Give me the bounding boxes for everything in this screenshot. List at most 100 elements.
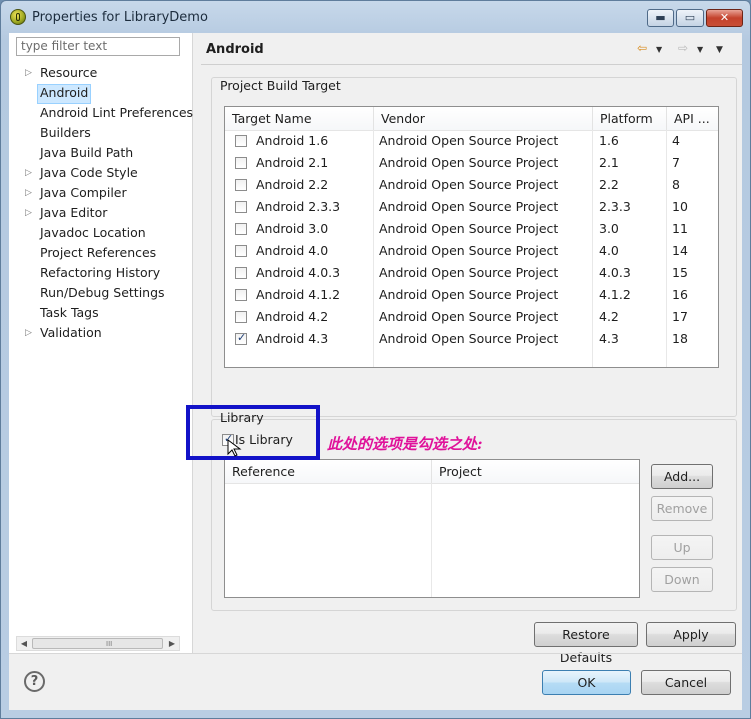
- header-separator: [201, 64, 742, 65]
- target-name-cell: Android 2.2: [256, 177, 329, 192]
- expand-arrow-icon[interactable]: ▷: [25, 168, 33, 178]
- tree-item[interactable]: Javadoc Location: [40, 224, 146, 242]
- table-row[interactable]: Android 3.0 Android Open Source Project 3.…: [225, 218, 718, 240]
- target-checkbox[interactable]: [235, 245, 247, 257]
- target-name-cell: Android 4.0.3: [256, 265, 341, 280]
- table-row[interactable]: Android 1.6 Android Open Source Project 1.…: [225, 130, 718, 152]
- table-row[interactable]: Android 4.2 Android Open Source Project 4.…: [225, 306, 718, 328]
- target-checkbox[interactable]: [235, 201, 247, 213]
- eclipse-app-icon: [10, 9, 26, 25]
- vendor-cell: Android Open Source Project: [379, 177, 559, 192]
- scroll-grip: III: [106, 640, 113, 648]
- tree-item[interactable]: Project References: [40, 244, 156, 262]
- target-name-cell: Android 4.1.2: [256, 287, 341, 302]
- tree-item[interactable]: Resource: [40, 64, 97, 82]
- expand-arrow-icon[interactable]: ▷: [25, 208, 33, 218]
- down-button[interactable]: Down: [651, 567, 713, 592]
- api-cell: 16: [672, 287, 688, 302]
- tree-horizontal-scrollbar[interactable]: ◀ III ▶: [16, 636, 180, 651]
- tree-item[interactable]: Task Tags: [40, 304, 99, 322]
- minimize-button[interactable]: ▬: [647, 9, 674, 27]
- tree-item[interactable]: Java Build Path: [40, 144, 133, 162]
- tree-item[interactable]: Validation: [40, 324, 102, 342]
- vendor-cell: Android Open Source Project: [379, 221, 559, 236]
- target-checkbox[interactable]: [235, 179, 247, 191]
- up-button[interactable]: Up: [651, 535, 713, 560]
- api-cell: 15: [672, 265, 688, 280]
- forward-dropdown-icon[interactable]: ▼: [697, 43, 703, 57]
- tree-item[interactable]: Run/Debug Settings: [40, 284, 165, 302]
- api-cell: 4: [672, 133, 680, 148]
- column-api[interactable]: API ...: [667, 107, 718, 130]
- tree-item[interactable]: Android: [37, 84, 92, 104]
- target-checkbox[interactable]: [235, 135, 247, 147]
- scroll-thumb[interactable]: III: [32, 638, 163, 649]
- scroll-right-arrow-icon[interactable]: ▶: [166, 638, 178, 649]
- library-reference-table[interactable]: Reference Project: [224, 459, 640, 598]
- tree-item[interactable]: Refactoring History: [40, 264, 160, 282]
- target-name-cell: Android 4.2: [256, 309, 329, 324]
- library-table-header: Reference Project: [225, 460, 639, 484]
- tree-item[interactable]: Java Compiler: [40, 184, 127, 202]
- platform-cell: 2.2: [599, 177, 619, 192]
- view-menu-icon[interactable]: ▼: [716, 43, 723, 57]
- column-project[interactable]: Project: [432, 460, 639, 483]
- platform-cell: 2.1: [599, 155, 619, 170]
- api-cell: 8: [672, 177, 680, 192]
- target-name-cell: Android 2.1: [256, 155, 329, 170]
- filter-input[interactable]: type filter text: [16, 37, 180, 56]
- table-row[interactable]: Android 4.0.3 Android Open Source Project…: [225, 262, 718, 284]
- target-checkbox[interactable]: [235, 289, 247, 301]
- vendor-cell: Android Open Source Project: [379, 309, 559, 324]
- column-vendor[interactable]: Vendor: [374, 107, 593, 130]
- tree-item[interactable]: Java Code Style: [40, 164, 138, 182]
- table-row[interactable]: Android 4.0 Android Open Source Project 4.…: [225, 240, 718, 262]
- back-dropdown-icon[interactable]: ▼: [656, 43, 662, 57]
- target-name-cell: Android 1.6: [256, 133, 329, 148]
- tree-item[interactable]: Java Editor: [40, 204, 107, 222]
- column-target-name[interactable]: Target Name: [225, 107, 374, 130]
- window-title: Properties for LibraryDemo: [32, 10, 208, 25]
- build-target-table[interactable]: Target Name Vendor Platform API ... Andr…: [224, 106, 719, 368]
- apply-button[interactable]: Apply: [646, 622, 736, 647]
- target-name-cell: Android 4.3: [256, 331, 329, 346]
- table-row[interactable]: Android 2.2 Android Open Source Project 2.…: [225, 174, 718, 196]
- ok-button[interactable]: OK: [542, 670, 631, 695]
- title-bar[interactable]: Properties for LibraryDemo ▬ ▭ ✕: [1, 1, 750, 33]
- expand-arrow-icon[interactable]: ▷: [25, 328, 33, 338]
- target-checkbox[interactable]: [235, 331, 247, 345]
- table-row[interactable]: Android 4.1.2 Android Open Source Project…: [225, 284, 718, 306]
- expand-arrow-icon[interactable]: ▷: [25, 68, 33, 78]
- tree-item[interactable]: Android Lint Preferences: [40, 104, 193, 122]
- target-checkbox[interactable]: [235, 267, 247, 279]
- target-name-cell: Android 2.3.3: [256, 199, 341, 214]
- target-checkbox[interactable]: [235, 311, 247, 323]
- api-cell: 10: [672, 199, 688, 214]
- close-button[interactable]: ✕: [706, 9, 743, 27]
- annotation-highlight-box: [186, 405, 320, 460]
- platform-cell: 3.0: [599, 221, 619, 236]
- restore-defaults-button[interactable]: Restore Defaults: [534, 622, 638, 665]
- table-row[interactable]: Android 2.3.3 Android Open Source Project…: [225, 196, 718, 218]
- target-checkbox[interactable]: [235, 157, 247, 169]
- expand-arrow-icon[interactable]: ▷: [25, 188, 33, 198]
- platform-cell: 4.1.2: [599, 287, 631, 302]
- target-checkbox[interactable]: [235, 223, 247, 235]
- api-cell: 17: [672, 309, 688, 324]
- maximize-button[interactable]: ▭: [676, 9, 704, 27]
- column-divider: [431, 483, 432, 597]
- column-reference[interactable]: Reference: [225, 460, 432, 483]
- scroll-left-arrow-icon[interactable]: ◀: [18, 638, 30, 649]
- forward-arrow-icon[interactable]: ⇨: [678, 41, 688, 55]
- platform-cell: 1.6: [599, 133, 619, 148]
- back-arrow-icon[interactable]: ⇦: [637, 41, 647, 55]
- remove-button[interactable]: Remove: [651, 496, 713, 521]
- vendor-cell: Android Open Source Project: [379, 331, 559, 346]
- column-platform[interactable]: Platform: [593, 107, 667, 130]
- table-row[interactable]: Android 4.3 Android Open Source Project 4.…: [225, 328, 718, 350]
- table-row[interactable]: Android 2.1 Android Open Source Project 2.…: [225, 152, 718, 174]
- add-button[interactable]: Add...: [651, 464, 713, 489]
- tree-item[interactable]: Builders: [40, 124, 91, 142]
- help-icon[interactable]: ?: [24, 671, 45, 692]
- cancel-button[interactable]: Cancel: [641, 670, 731, 695]
